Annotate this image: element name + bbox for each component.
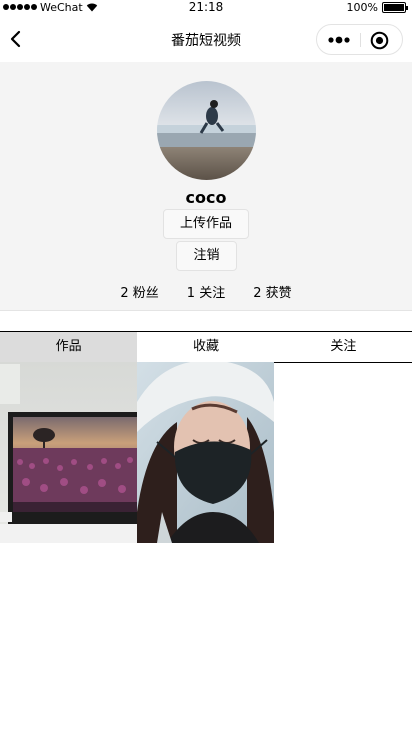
video-grid	[0, 362, 412, 543]
profile-tabs: 作品 收藏 关注	[0, 331, 412, 363]
upload-video-button[interactable]: 上传作品	[163, 209, 249, 239]
video-thumbnail-image	[0, 362, 137, 543]
miniprogram-capsule	[316, 24, 403, 55]
tab-following[interactable]: 关注	[274, 332, 412, 362]
profile-stats: 2 粉丝 1 关注 2 获赞	[0, 282, 412, 301]
video-thumbnail[interactable]	[137, 362, 274, 543]
stat-label: 粉丝	[132, 286, 159, 301]
stat-label: 获赞	[265, 286, 292, 301]
stat-following[interactable]: 1 关注	[187, 282, 225, 301]
username: coco	[185, 188, 227, 207]
close-miniprogram-icon[interactable]	[370, 31, 389, 50]
video-thumbnail[interactable]	[0, 362, 137, 543]
stat-count: 2	[253, 286, 262, 301]
logout-button[interactable]: 注销	[176, 241, 237, 271]
capsule-divider	[360, 33, 361, 47]
stat-label: 关注	[199, 286, 226, 301]
nav-bar: 番茄短视频	[0, 15, 412, 62]
stat-followers[interactable]: 2 粉丝	[120, 282, 158, 301]
avatar[interactable]	[157, 81, 256, 180]
stat-likes[interactable]: 2 获赞	[253, 282, 291, 301]
stat-count: 1	[186, 286, 196, 301]
profile-header: coco 上传作品 注销 2 粉丝 1 关注 2 获赞	[0, 62, 412, 311]
status-bar: WeChat 21:18 100%	[0, 0, 412, 14]
more-dots-icon[interactable]	[325, 33, 353, 47]
stat-count: 2	[120, 286, 129, 301]
tab-favorites[interactable]: 收藏	[137, 332, 275, 362]
battery-percent: 100%	[346, 0, 378, 14]
avatar-image	[157, 81, 256, 180]
video-thumbnail-image	[137, 362, 274, 543]
battery-icon	[382, 1, 408, 13]
tab-works[interactable]: 作品	[0, 332, 138, 362]
